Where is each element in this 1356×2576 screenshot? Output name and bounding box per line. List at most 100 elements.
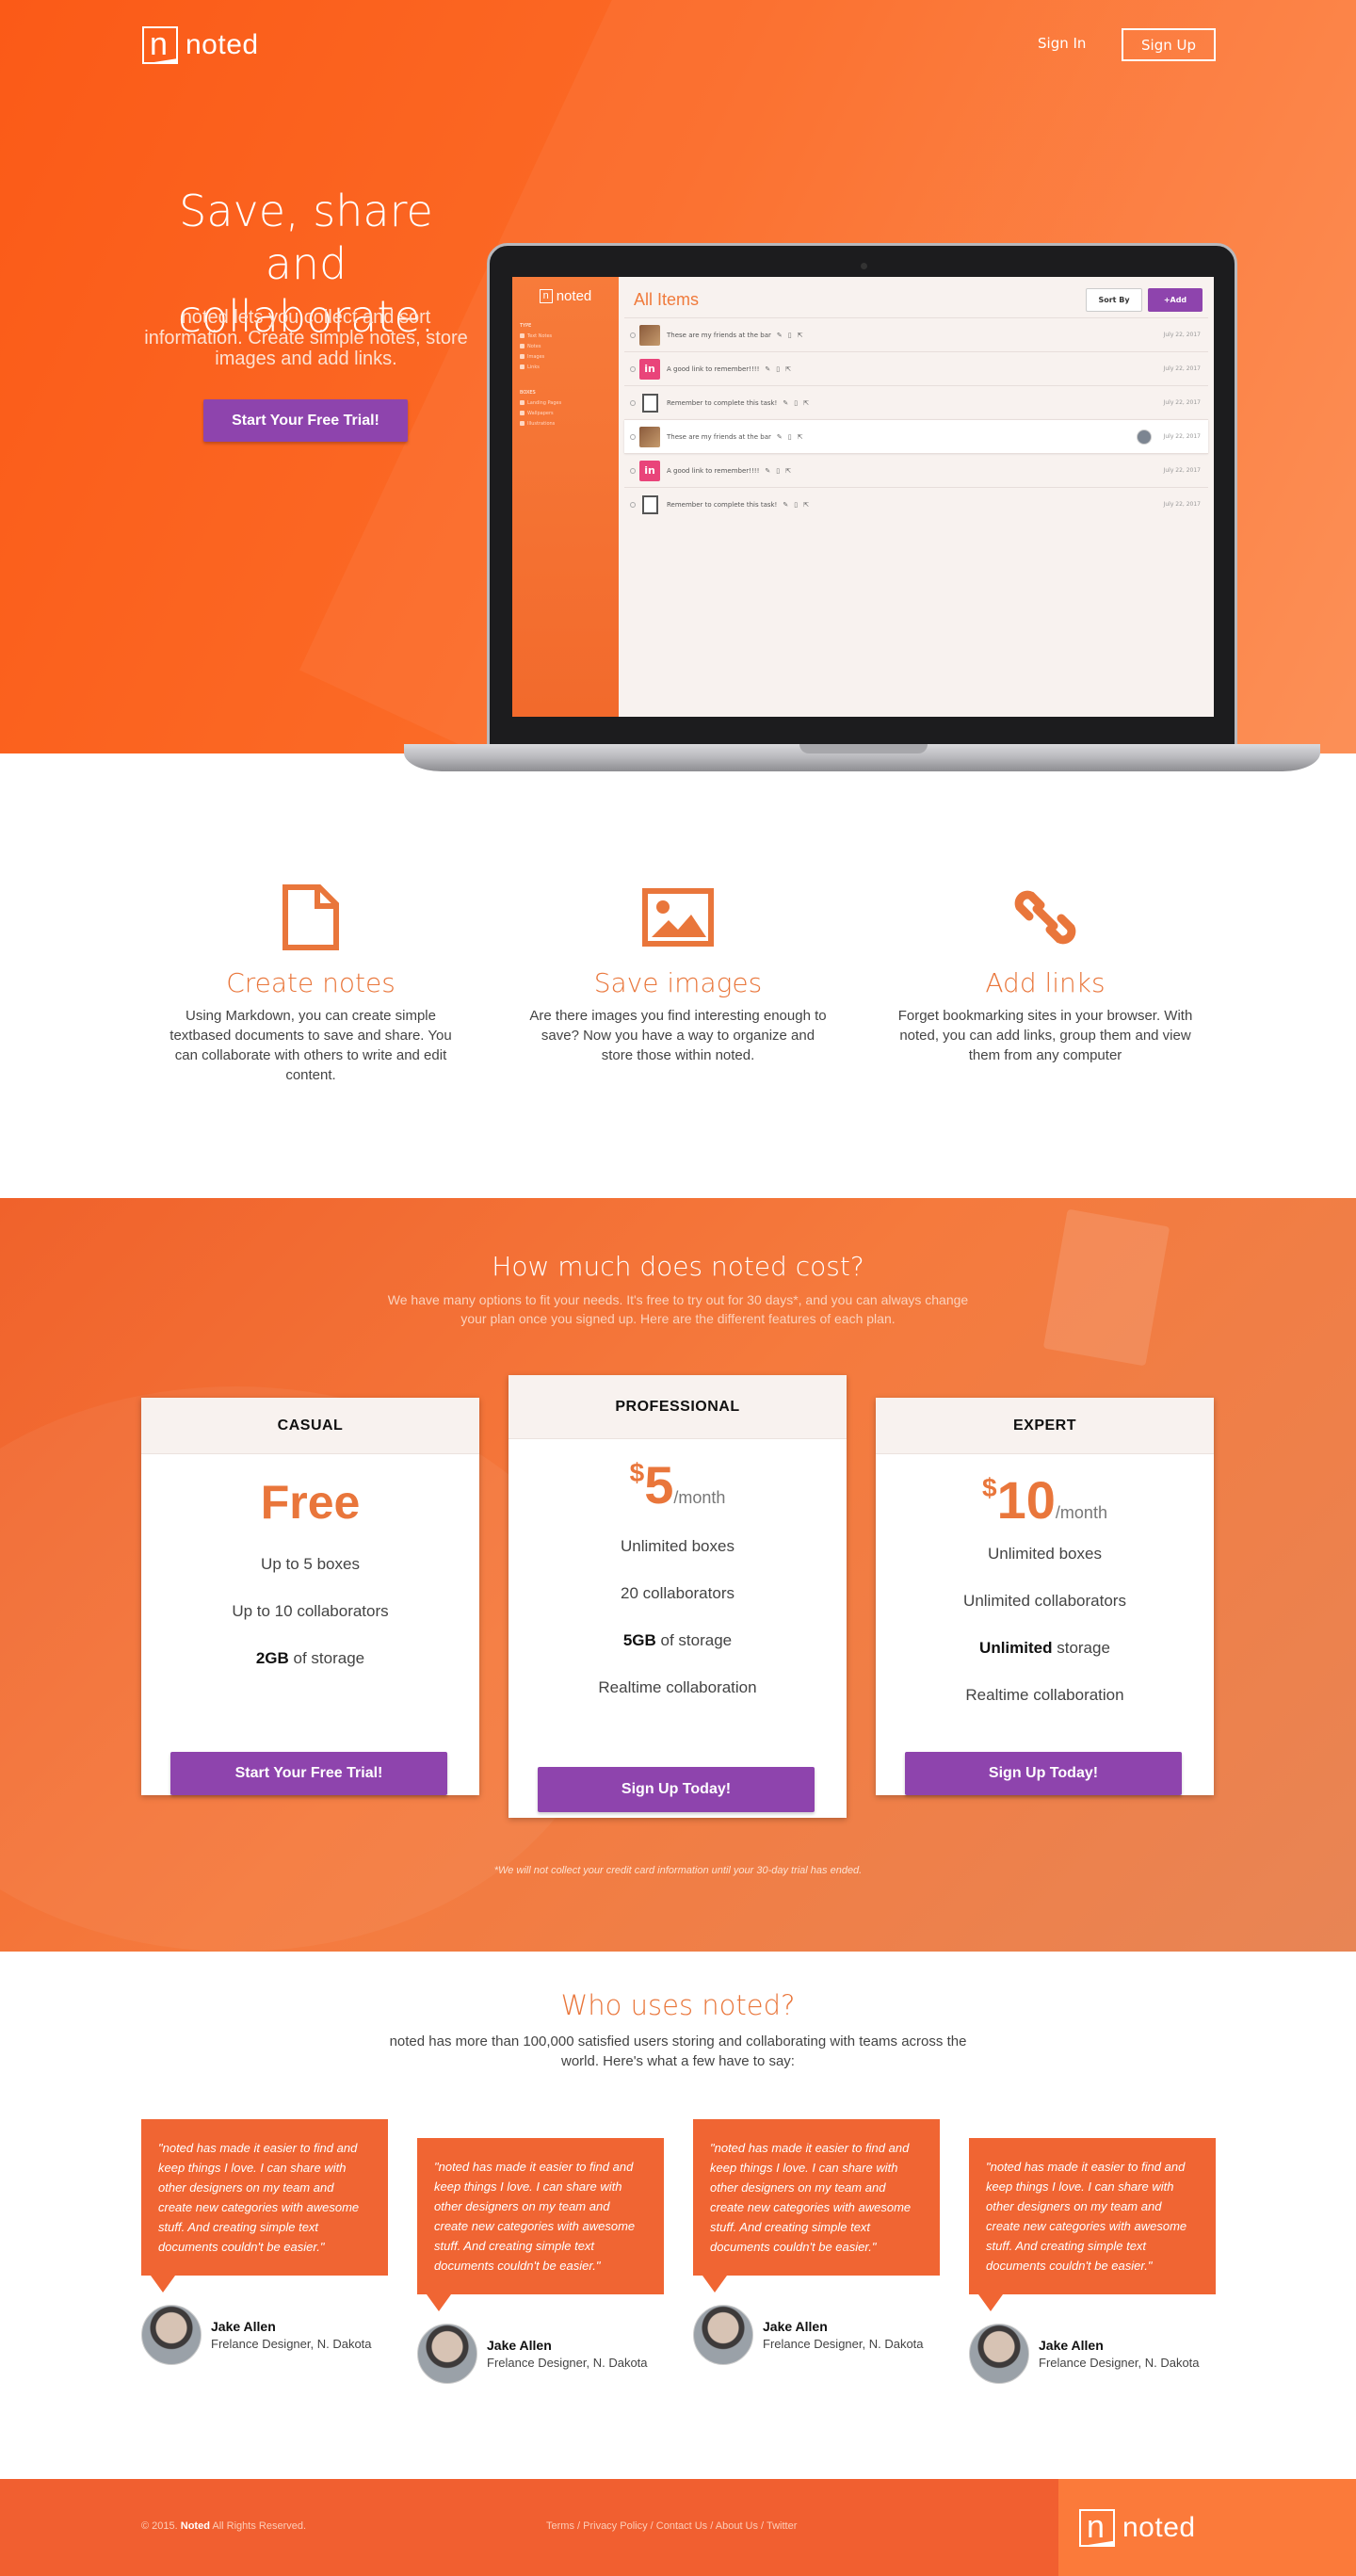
app-logo-icon: n <box>539 289 553 303</box>
document-icon <box>146 881 476 954</box>
share-icon: ⇱ <box>797 331 803 339</box>
app-sidebar-sections: TYPE Text Notes Notes Images Links BOXES Landi… <box>520 323 611 427</box>
plan-name: EXPERT <box>876 1398 1214 1454</box>
footer-copyright: © 2015. Noted All Rights Reserved. <box>141 2520 307 2532</box>
share-icon: ⇱ <box>785 365 791 373</box>
link-separator: / <box>758 2520 767 2532</box>
trash-icon: ▯ <box>794 500 799 509</box>
hero-trial-button[interactable]: Start Your Free Trial! <box>203 399 408 442</box>
plan-card-expert: EXPERT $10/month Unlimited boxes Unlimit… <box>876 1398 1214 1795</box>
plan-feature: 20 collaborators <box>621 1584 734 1602</box>
plan-features: Unlimited boxes Unlimited collaborators … <box>876 1531 1214 1719</box>
app-sidebar-item: Landing Pages <box>520 400 611 406</box>
testimonial-quote: "noted has made it easier to find and ke… <box>693 2119 940 2292</box>
plan-name: PROFESSIONAL <box>508 1375 847 1439</box>
footer-link[interactable]: About Us <box>716 2520 758 2532</box>
footer-link[interactable]: Twitter <box>767 2520 797 2532</box>
app-sidebar-item: Text Notes <box>520 333 611 339</box>
testimonials-title: Who uses noted? <box>560 1989 796 2021</box>
app-title: All Items <box>634 290 700 309</box>
app-sidebar-item: Images <box>520 354 611 360</box>
author-role: Frelance Designer, N. Dakota <box>211 2336 372 2351</box>
link-separator: / <box>707 2520 716 2532</box>
app-item-row: Remember to complete this task! ✎ ▯ ⇱ July 2… <box>624 487 1208 521</box>
footer-logo[interactable]: noted <box>1058 2479 1356 2576</box>
app-header: All Items Sort By +Add <box>624 288 1208 317</box>
footer-link[interactable]: Privacy Policy <box>583 2520 647 2532</box>
share-icon: ⇱ <box>803 500 809 509</box>
app-item-date: July 22, 2017 <box>1163 365 1201 372</box>
footer-links: Terms / Privacy Policy / Contact Us / Ab… <box>546 2520 797 2532</box>
plan-features: Up to 5 boxes Up to 10 collaborators 2GB… <box>141 1541 479 1682</box>
app-item-text: A good link to remember!!!! <box>667 365 760 373</box>
author-role: Frelance Designer, N. Dakota <box>763 2336 924 2351</box>
plan-card-professional: PROFESSIONAL $5/month Unlimited boxes 20… <box>508 1375 847 1818</box>
plan-feature: 2GB of storage <box>255 1649 365 1667</box>
testimonial-author: Jake Allen Frelance Designer, N. Dakota <box>969 2324 1200 2384</box>
app-sidebar-item: Wallpapers <box>520 411 611 416</box>
trash-icon: ▯ <box>794 398 799 407</box>
feature-text: Using Markdown, you can create simple te… <box>170 1008 452 1083</box>
plan-trial-button[interactable]: Start Your Free Trial! <box>170 1752 447 1795</box>
app-item-text: These are my friends at the bar <box>667 331 771 339</box>
feature-text: Are there images you find interesting en… <box>529 1008 827 1063</box>
link-thumbnail-icon: in <box>639 358 660 380</box>
testimonial-quote: "noted has made it easier to find and ke… <box>141 2119 388 2292</box>
document-thumbnail-icon <box>642 393 658 413</box>
brand-name: noted <box>186 29 259 60</box>
plan-feature: Unlimited boxes <box>621 1537 734 1555</box>
trash-icon: ▯ <box>787 432 792 441</box>
image-icon <box>513 881 843 954</box>
trash-icon: ▯ <box>776 365 781 373</box>
footer-brand-name: noted <box>1122 2511 1196 2543</box>
radio-icon <box>630 332 636 338</box>
signin-link[interactable]: Sign In <box>1038 35 1086 52</box>
edit-icon: ✎ <box>776 432 783 441</box>
edit-icon: ✎ <box>765 365 771 373</box>
app-sidebar-item: Notes <box>520 344 611 349</box>
app-item-date: July 22, 2017 <box>1163 433 1201 440</box>
footer-link[interactable]: Terms <box>546 2520 574 2532</box>
plan-price: Free <box>260 1476 361 1529</box>
feature-text: Forget bookmarking sites in your browser… <box>897 1008 1193 1063</box>
avatar <box>417 2324 477 2384</box>
app-screenshot: n noted TYPE Text Notes Notes Images Links BOX… <box>512 277 1214 717</box>
app-item-text: Remember to complete this task! <box>667 398 778 407</box>
app-item-date: July 22, 2017 <box>1163 501 1201 508</box>
plan-name: CASUAL <box>141 1398 479 1454</box>
app-sidebar-item: Links <box>520 365 611 370</box>
plan-signup-button[interactable]: Sign Up Today! <box>905 1752 1182 1795</box>
app-sidebar-section: BOXES <box>520 390 536 396</box>
plan-feature: Unlimited boxes <box>988 1545 1102 1563</box>
share-icon: ⇱ <box>785 466 791 475</box>
plan-feature: Unlimited collaborators <box>963 1592 1126 1610</box>
laptop-notch <box>799 744 928 753</box>
app-sidebar-item: Illustrations <box>520 421 611 427</box>
app-item-row: These are my friends at the bar ✎ ▯ ⇱ July 2… <box>624 317 1208 351</box>
app-item-list: These are my friends at the bar ✎ ▯ ⇱ July 2… <box>624 317 1208 521</box>
logo-icon <box>1079 2508 1115 2547</box>
app-item-date: July 22, 2017 <box>1163 467 1201 474</box>
edit-icon: ✎ <box>765 466 771 475</box>
footer: © 2015. Noted All Rights Reserved. Terms… <box>0 2479 1356 2576</box>
app-item-row: These are my friends at the bar ✎ ▯ ⇱ July 2… <box>624 419 1208 453</box>
plan-signup-button[interactable]: Sign Up Today! <box>538 1767 815 1812</box>
feature-create-notes: Create notes Using Markdown, you can cre… <box>146 881 476 1085</box>
app-item-text: Remember to complete this task! <box>667 500 778 509</box>
signup-button[interactable]: Sign Up <box>1122 28 1216 61</box>
plan-feature: 5GB of storage <box>622 1631 733 1649</box>
author-role: Frelance Designer, N. Dakota <box>1039 2355 1200 2370</box>
edit-icon: ✎ <box>783 398 789 407</box>
footer-link[interactable]: Contact Us <box>656 2520 707 2532</box>
thumbnail-image <box>639 426 660 447</box>
plan-price: $10/month <box>982 1470 1107 1530</box>
radio-icon <box>630 501 636 508</box>
pricing-subtitle: We have many options to fit your needs. … <box>387 1292 969 1326</box>
app-item-date: July 22, 2017 <box>1163 332 1201 338</box>
pricing-section: How much does noted cost? We have many o… <box>0 1198 1356 1952</box>
app-add-button: +Add <box>1148 288 1203 312</box>
brand-logo[interactable]: noted <box>142 26 259 64</box>
edit-icon: ✎ <box>783 500 789 509</box>
link-thumbnail-icon: in <box>639 460 660 481</box>
author-name: Jake Allen <box>487 2337 552 2353</box>
